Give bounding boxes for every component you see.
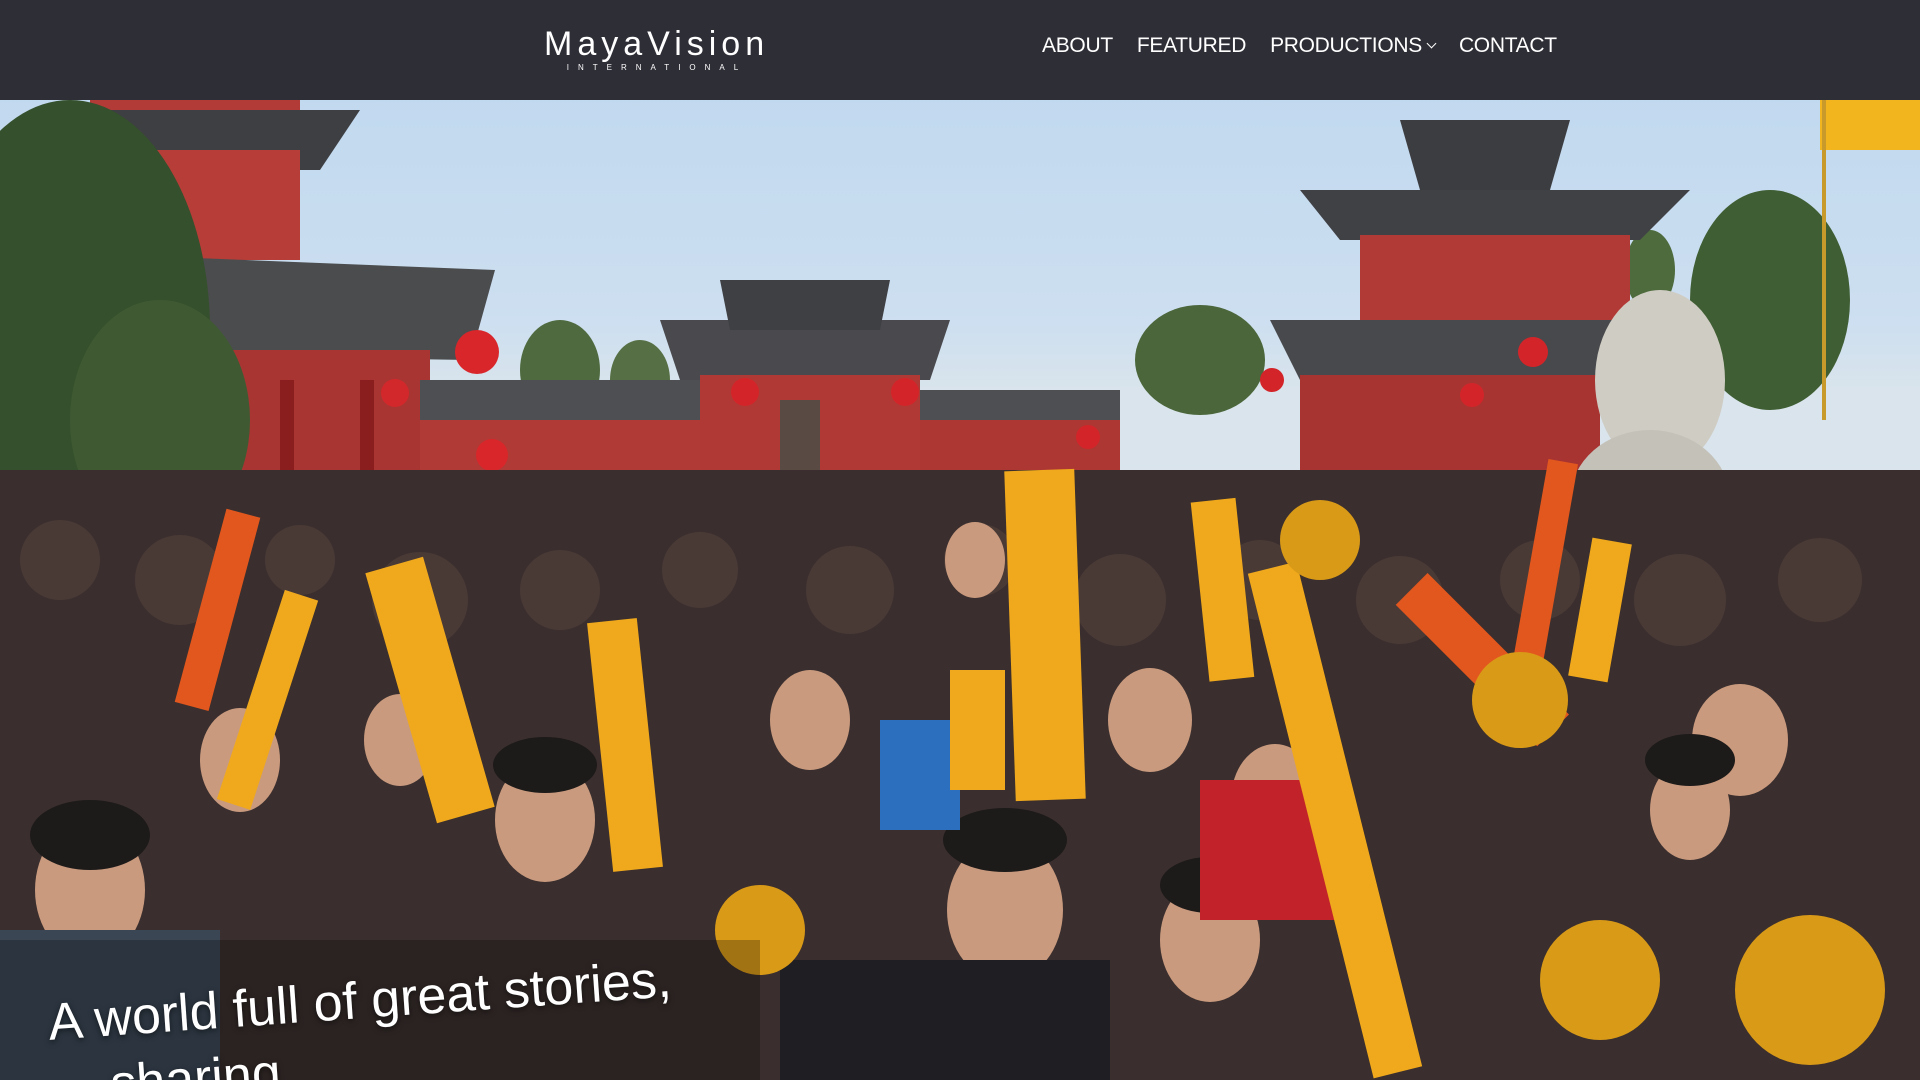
nav-featured-label: FEATURED <box>1136 34 1247 57</box>
site-header: MayaVision INTERNATIONAL ABOUT FEATURED … <box>0 0 1920 100</box>
page: MayaVision INTERNATIONAL ABOUT FEATURED … <box>0 0 1920 1080</box>
temple-festival-scene <box>0 90 1920 1080</box>
nav-contact-label: CONTACT <box>1458 34 1557 57</box>
logo-wordmark: MayaVision <box>544 25 770 63</box>
nav-about-label: ABOUT <box>1042 34 1113 57</box>
nav-contact[interactable]: CONTACT <box>1459 34 1557 58</box>
mayavision-logo[interactable]: MayaVision INTERNATIONAL <box>544 26 764 73</box>
logo-subtitle: INTERNATIONAL <box>566 63 748 72</box>
nav-about[interactable]: ABOUT <box>1042 34 1113 58</box>
chevron-down-icon <box>1426 38 1437 49</box>
nav-featured[interactable]: FEATURED <box>1136 34 1247 58</box>
nav-productions-label: PRODUCTIONS <box>1270 34 1422 57</box>
nav-productions[interactable]: PRODUCTIONS <box>1270 34 1437 58</box>
main-nav: ABOUT FEATURED PRODUCTIONS CONTACT <box>1042 34 1581 58</box>
hero-photo <box>0 0 1920 1080</box>
